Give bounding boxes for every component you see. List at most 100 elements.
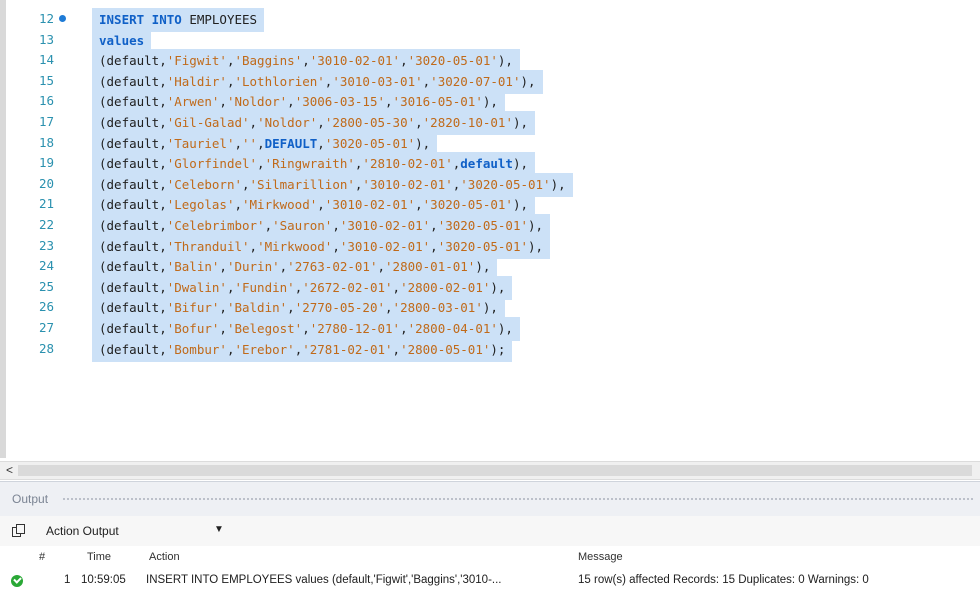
sql-string: 'Silmarillion' bbox=[249, 176, 355, 192]
sql-string: '2800-05-30' bbox=[324, 115, 416, 130]
sql-string: 'Glorfindel' bbox=[166, 156, 258, 172]
code-text[interactable]: (default,'Bombur','Erebor','2781-02-01',… bbox=[92, 337, 513, 362]
copy-icon[interactable] bbox=[12, 524, 26, 537]
action-output-grid: # Time Action Message 1 10:59:05 INSERT … bbox=[0, 547, 980, 607]
sql-punctuation: (default, bbox=[99, 300, 167, 316]
code-line[interactable]: 28 (default,'Bombur','Erebor','2781-02-01… bbox=[6, 337, 980, 362]
code-line[interactable]: 16 (default,'Arwen','Noldor','3006-03-15'… bbox=[6, 90, 980, 115]
sql-string: '2780-12-01' bbox=[309, 321, 401, 336]
line-number: 21 bbox=[38, 196, 54, 212]
horizontal-scrollbar[interactable]: < bbox=[0, 461, 980, 480]
sql-string: '2800-04-01' bbox=[407, 321, 498, 336]
sql-string: 'Celebrimbor' bbox=[166, 218, 265, 233]
code-line[interactable]: 15 (default,'Haldir','Lothlorien','3010-0… bbox=[6, 69, 980, 94]
statement-marker-icon bbox=[59, 15, 66, 22]
sql-punctuation: ), bbox=[512, 156, 529, 172]
sql-keyword: default bbox=[460, 156, 513, 172]
sql-string: 'Noldor' bbox=[226, 94, 288, 110]
sql-punctuation: , bbox=[302, 321, 310, 336]
line-number: 15 bbox=[38, 72, 54, 88]
sql-punctuation: , bbox=[264, 218, 273, 233]
code-line[interactable]: 24 (default,'Balin','Durin','2763-02-01',… bbox=[6, 255, 980, 280]
sql-punctuation: , bbox=[392, 341, 401, 357]
code-line[interactable]: 23 (default,'Thranduil','Mirkwood','3010-… bbox=[6, 234, 980, 259]
panel-grip[interactable] bbox=[62, 497, 974, 502]
line-number: 24 bbox=[38, 258, 54, 274]
line-number: 19 bbox=[38, 155, 54, 171]
line-number: 14 bbox=[38, 52, 54, 68]
sql-keyword: DEFAULT bbox=[264, 135, 318, 151]
code-line[interactable]: 25 (default,'Dwalin','Fundin','2672-02-01… bbox=[6, 275, 980, 300]
scrollbar-thumb[interactable] bbox=[18, 465, 972, 476]
code-line[interactable]: 27 (default,'Bofur','Belegost','2780-12-0… bbox=[6, 317, 980, 341]
line-number: 23 bbox=[38, 237, 54, 253]
sql-punctuation: , bbox=[392, 279, 401, 295]
column-header-num[interactable]: # bbox=[39, 551, 45, 567]
sql-punctuation: ), bbox=[475, 259, 491, 275]
line-number: 13 bbox=[38, 31, 54, 47]
sql-punctuation: (default, bbox=[99, 218, 167, 233]
sql-string: '3020-05-01' bbox=[422, 197, 513, 213]
sql-string: 'Thranduil' bbox=[166, 238, 250, 254]
sql-punctuation: , bbox=[287, 300, 295, 316]
sql-string: '3020-05-01' bbox=[324, 135, 416, 151]
output-panel-header: Output bbox=[0, 481, 980, 517]
sql-string: 'Mirkwood' bbox=[242, 197, 318, 213]
column-header-time[interactable]: Time bbox=[87, 551, 111, 567]
sql-string: 'Celeborn' bbox=[166, 176, 242, 192]
sql-punctuation: , bbox=[430, 218, 438, 233]
sql-string: 'Erebor' bbox=[234, 341, 295, 357]
sql-punctuation: ), bbox=[528, 218, 544, 233]
sql-punctuation: (default, bbox=[99, 197, 167, 213]
sql-string: 'Belegost' bbox=[226, 321, 303, 336]
output-type-value: Action Output bbox=[46, 524, 119, 538]
sql-punctuation: , bbox=[377, 259, 386, 275]
column-header-action[interactable]: Action bbox=[149, 551, 180, 567]
line-number: 28 bbox=[38, 340, 54, 356]
sql-string: 'Bofur' bbox=[166, 321, 220, 336]
code-line[interactable]: 12 INSERT INTO EMPLOYEES bbox=[6, 8, 980, 32]
code-line[interactable]: 26 (default,'Bifur','Baldin','2770-05-20'… bbox=[6, 296, 980, 321]
sql-string: '' bbox=[242, 135, 258, 151]
scroll-left-icon[interactable]: < bbox=[6, 462, 13, 479]
sql-punctuation: , bbox=[219, 94, 227, 110]
sql-string: 'Balin' bbox=[166, 259, 220, 275]
sql-punctuation: (default, bbox=[99, 238, 167, 254]
sql-punctuation: ), bbox=[550, 176, 566, 192]
sql-string: 'Ringwraith' bbox=[264, 156, 355, 172]
sql-string: 'Lothlorien' bbox=[234, 73, 325, 89]
sql-string: 'Haldir' bbox=[166, 73, 227, 89]
sql-string: 'Durin' bbox=[226, 259, 280, 275]
code-line[interactable]: 13 values bbox=[6, 28, 980, 53]
table-row[interactable]: 1 10:59:05 INSERT INTO EMPLOYEES values … bbox=[0, 572, 980, 590]
column-header-message[interactable]: Message bbox=[578, 551, 623, 567]
sql-string: 'Mirkwood' bbox=[257, 238, 333, 254]
sql-punctuation: ); bbox=[490, 341, 506, 357]
sql-string: 'Figwit' bbox=[166, 53, 227, 69]
sql-string: '2763-02-01' bbox=[287, 259, 378, 275]
code-line[interactable]: 21 (default,'Legolas','Mirkwood','3010-02… bbox=[6, 193, 980, 218]
sql-string: '3010-02-01' bbox=[362, 176, 453, 192]
sql-punctuation: (default, bbox=[99, 156, 167, 172]
code-line[interactable]: 19 (default,'Glorfindel','Ringwraith','28… bbox=[6, 152, 980, 177]
code-line[interactable]: 22 (default,'Celebrimbor','Sauron','3010-… bbox=[6, 214, 980, 238]
sql-punctuation: , bbox=[385, 94, 393, 110]
sql-string: '2800-03-01' bbox=[392, 300, 483, 316]
sql-punctuation: , bbox=[385, 300, 393, 316]
sql-string: 'Bombur' bbox=[166, 341, 227, 357]
code-line[interactable]: 18 (default,'Tauriel','',DEFAULT,'3020-05… bbox=[6, 131, 980, 156]
output-type-select[interactable]: Action Output ▼ bbox=[40, 521, 226, 541]
code-line[interactable]: 20 (default,'Celeborn','Silmarillion','30… bbox=[6, 172, 980, 197]
sql-punctuation: , bbox=[400, 53, 408, 69]
chevron-down-icon: ▼ bbox=[214, 524, 224, 535]
sql-string: 'Fundin' bbox=[234, 279, 295, 295]
sql-string: '3010-02-01' bbox=[309, 53, 401, 69]
line-number: 16 bbox=[38, 93, 54, 109]
sql-editor[interactable]: 12 INSERT INTO EMPLOYEES 13 values 14 (defaul… bbox=[0, 0, 980, 458]
output-panel-title: Output bbox=[12, 492, 49, 506]
code-line[interactable]: 14 (default,'Figwit','Baggins','3010-02-0… bbox=[6, 49, 980, 74]
sql-string: '2810-02-01' bbox=[362, 156, 453, 172]
sql-string: '2800-01-01' bbox=[385, 259, 476, 275]
sql-punctuation: (default, bbox=[99, 135, 167, 151]
code-line[interactable]: 17 (default,'Gil-Galad','Noldor','2800-05… bbox=[6, 111, 980, 135]
